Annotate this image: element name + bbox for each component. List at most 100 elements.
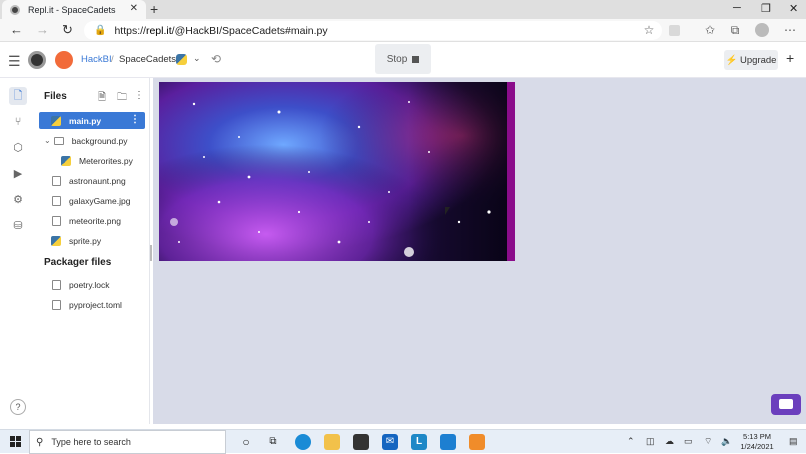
browser-tab[interactable]: Repl.it - SpaceCadets ✕ [2,0,146,19]
address-bar[interactable]: 🔒 https://repl.it/@HackBI/SpaceCadets#ma… [84,21,662,40]
volume-icon[interactable]: 🔈 [721,436,732,447]
collections-icon[interactable]: ⧉ [728,23,742,37]
upgrade-button[interactable]: ⚡ Upgrade [724,50,778,70]
file-name: poetry.lock [69,279,110,290]
file-row-astronaunt[interactable]: astronaunt.png [39,172,145,189]
app-blue-icon[interactable] [440,434,456,450]
back-icon[interactable]: ← [10,22,23,37]
cortana-icon[interactable]: ○ [238,434,254,450]
database-icon[interactable]: ⛁ [9,217,27,235]
file-tree-panel: Files 🗎 🗀 ⋮ main.py ⋮ ⌄ background.py Me… [35,78,150,424]
more-options-icon[interactable]: ⋯ [783,23,797,37]
replit-logo-icon[interactable] [28,51,46,69]
stop-button[interactable]: Stop [375,44,431,74]
history-icon[interactable]: ⟲ [211,52,221,66]
cloud-icon[interactable]: ☁ [665,436,674,447]
activity-rail: 🗋 ⑂ ⬡ ▶ ⚙ ⛁ ? [0,78,35,424]
refresh-icon[interactable]: ↻ [62,22,73,38]
profile-icon[interactable] [755,23,769,37]
favorites-icon[interactable]: ✩ [703,23,717,37]
forward-icon[interactable]: → [36,22,49,37]
game-canvas[interactable] [159,82,515,261]
python-file-icon [61,155,71,166]
file-name: background.py [71,135,128,146]
add-file-icon[interactable]: 🗎 [98,90,106,107]
windows-start-icon[interactable] [10,436,21,447]
version-control-icon[interactable]: ⑂ [9,113,27,131]
file-name: main.py [69,115,102,126]
upgrade-icon: ⚡ [725,54,738,66]
url-prefix: https:// [114,24,146,37]
chevron-down-icon[interactable]: ⌄ [193,53,201,64]
owner-link[interactable]: HackBI [81,54,112,65]
file-row-main[interactable]: main.py ⋮ [39,112,145,129]
app-l-icon[interactable]: L [411,434,427,450]
url-path: /@HackBI/SpaceCadets#main.py [171,24,328,37]
file-icon [52,279,61,290]
file-explorer-icon[interactable] [324,434,340,450]
output-pane [153,78,806,424]
tray-app-icon[interactable]: ◫ [646,436,655,447]
folder-icon [53,136,64,145]
mail-icon[interactable]: ✉ [382,434,398,450]
file-row-galaxygame[interactable]: galaxyGame.jpg [39,192,145,209]
chat-button[interactable] [771,394,801,415]
extension-icon[interactable] [669,25,680,36]
maximize-icon[interactable]: ❐ [761,2,771,15]
tab-close-icon[interactable]: ✕ [130,3,138,14]
upgrade-label: Upgrade [740,54,777,66]
file-name: sprite.py [69,235,102,246]
panel-resize-handle[interactable] [150,245,152,261]
settings-gear-icon[interactable]: ⚙ [9,191,27,209]
wifi-icon[interactable]: ⌔ [704,436,712,447]
tab-title: Repl.it - SpaceCadets [28,4,116,15]
file-name: galaxyGame.jpg [69,195,131,206]
folder-row-background[interactable]: ⌄ background.py [39,132,145,149]
add-folder-icon[interactable]: 🗀 [117,90,127,107]
kebab-menu-icon[interactable]: ⋮ [134,90,144,101]
python-language-icon[interactable] [176,54,187,65]
file-row-meterorites[interactable]: Meterorites.py [39,152,145,169]
battery-icon[interactable]: ▭ [684,436,693,447]
menu-icon[interactable]: ☰ [8,53,21,70]
file-row-meteorite[interactable]: meteorite.png [39,212,145,229]
python-file-icon [51,115,61,126]
lock-icon: 🔒 [94,25,107,36]
mouse-cursor-icon [445,207,450,215]
file-icon [52,195,61,206]
tray-chevron-up-icon[interactable]: ⌃ [627,436,635,447]
add-button[interactable]: + [786,50,794,66]
folder-expand-icon[interactable]: ⌄ [44,136,51,145]
file-name: meteorite.png [69,215,121,226]
favorite-star-icon[interactable]: ☆ [642,23,656,37]
help-button[interactable]: ? [10,399,26,415]
file-icon [52,299,61,310]
search-icon: ⚲ [36,436,44,448]
app-orange-icon[interactable] [469,434,485,450]
window-close-icon[interactable]: ✕ [789,2,798,15]
notifications-icon[interactable]: ▤ [789,436,798,447]
clock-date: 1/24/2021 [740,442,774,451]
store-icon[interactable] [353,434,369,450]
new-tab-button[interactable]: + [150,1,158,17]
browser-toolbar: ← → ↻ 🔒 https://repl.it/@HackBI/SpaceCad… [0,19,806,42]
debugger-icon[interactable]: ▶ [9,165,27,183]
project-name[interactable]: SpaceCadets [119,54,176,65]
file-icon [52,175,61,186]
task-view-icon[interactable]: ⧉ [265,434,281,450]
avatar[interactable] [55,51,73,69]
minimize-icon[interactable]: ─ [733,2,741,14]
file-row-sprite[interactable]: sprite.py [39,232,145,249]
file-options-icon[interactable]: ⋮ [130,114,140,125]
files-icon[interactable]: 🗋 [9,87,27,105]
packager-files-heading: Packager files [44,257,112,268]
packages-icon[interactable]: ⬡ [9,139,27,157]
galaxy-background-image [159,82,515,261]
file-row-poetry-lock[interactable]: poetry.lock [39,276,145,293]
file-row-pyproject[interactable]: pyproject.toml [39,296,145,313]
replit-favicon-icon [10,4,20,15]
edge-browser-icon[interactable] [295,434,311,450]
windows-taskbar: ⚲ Type here to search ○ ⧉ ✉ L ⌃ ◫ ☁ ▭ ⌔ … [0,429,806,454]
taskbar-clock[interactable]: 5:13 PM 1/24/2021 [735,432,779,452]
taskbar-search-input[interactable]: ⚲ Type here to search [29,430,226,454]
